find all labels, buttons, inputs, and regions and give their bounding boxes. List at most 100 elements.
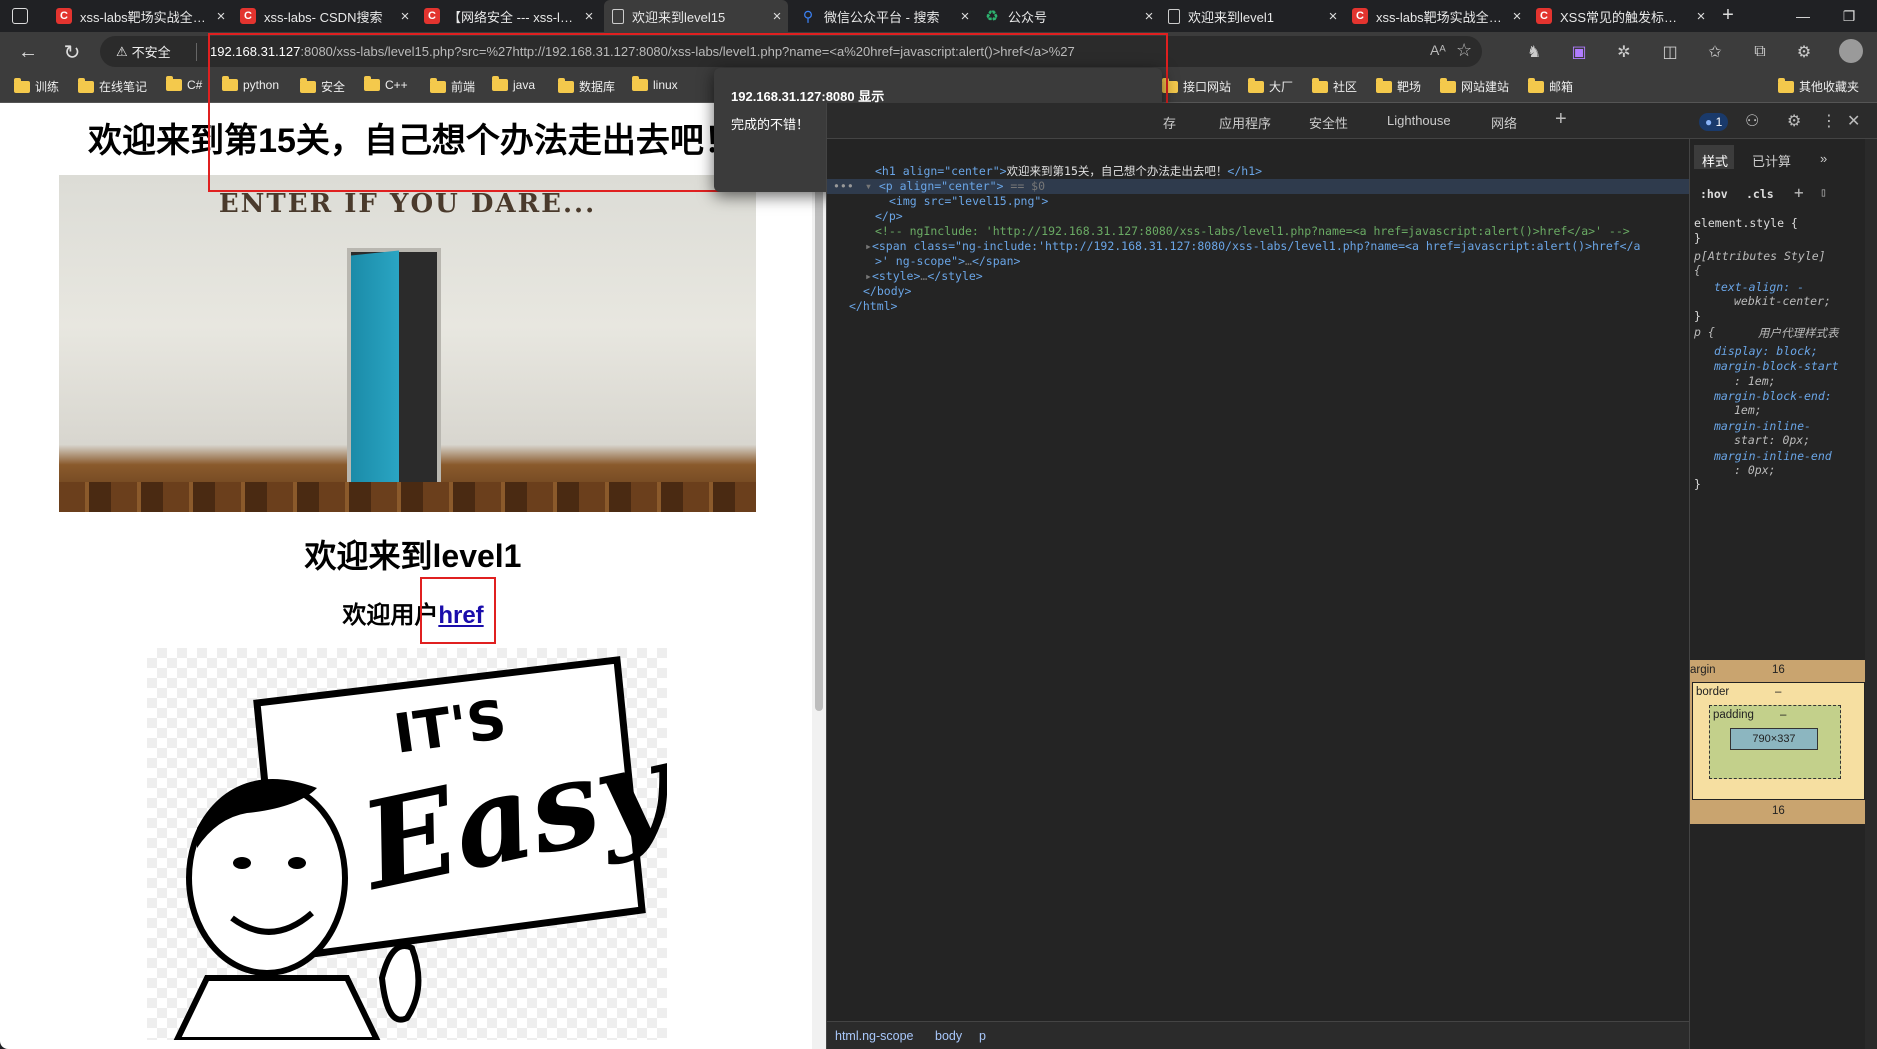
dom-node[interactable]: </p> — [875, 209, 903, 223]
browser-tab[interactable]: ♻ 公众号 × — [976, 0, 1160, 32]
level1-heading: 欢迎来到level1 — [304, 538, 522, 574]
more-menu-icon[interactable]: ⋮ — [1821, 111, 1837, 131]
extension-icon[interactable]: ▣ — [1567, 40, 1591, 64]
more-tabs-icon[interactable]: » — [1820, 151, 1827, 166]
message-icon: ● — [1705, 115, 1713, 129]
browser-tab[interactable]: 欢迎来到level1 × — [1160, 0, 1344, 32]
breadcrumb-item[interactable]: body — [935, 1029, 962, 1043]
browser-tab[interactable]: C XSS常见的触发标签_xss × — [1528, 0, 1712, 32]
dom-node-cont[interactable]: >' ng-scope">…</span> — [875, 254, 1020, 268]
other-favorites-folder[interactable]: 其他收藏夹 — [1778, 77, 1859, 95]
close-icon[interactable]: × — [210, 8, 232, 25]
paint-icon[interactable]: ▯ — [1820, 185, 1827, 199]
cls-toggle[interactable]: .cls — [1746, 187, 1774, 201]
breadcrumb-item[interactable]: p — [979, 1029, 986, 1043]
box-model: argin 16 border – padding – 790×337 16 — [1690, 660, 1865, 824]
add-tab-icon[interactable]: + — [1555, 108, 1567, 131]
dom-node[interactable]: ▸<span class="ng-include:'http://192.168… — [865, 239, 1640, 253]
close-icon[interactable]: × — [1322, 8, 1344, 25]
split-screen-icon[interactable]: ◫ — [1658, 40, 1682, 64]
page-icon — [612, 8, 624, 24]
folder-icon — [1248, 77, 1264, 93]
dom-node[interactable]: <img src="level15.png"> — [889, 194, 1048, 208]
dom-node[interactable]: <h1 align="center">欢迎来到第15关，自己想个办法走出去吧！<… — [875, 163, 1262, 179]
margin-top-value[interactable]: 16 — [1772, 664, 1785, 676]
bookmark-folder[interactable]: 在线笔记 — [78, 77, 147, 95]
browser-tab-active[interactable]: 欢迎来到level15 × — [604, 0, 788, 32]
browser-tab[interactable]: C【网络安全 --- xss-labs靶× — [416, 0, 600, 32]
back-button[interactable]: ← — [12, 36, 44, 68]
minimize-button[interactable]: — — [1780, 0, 1826, 32]
close-icon[interactable]: ✕ — [1847, 111, 1860, 131]
border-top-value[interactable]: – — [1775, 686, 1781, 698]
breadcrumb-item[interactable]: html.ng-scope — [835, 1029, 914, 1043]
tab-security[interactable]: 安全性 — [1309, 113, 1348, 132]
gear-icon[interactable]: ⚙ — [1787, 111, 1801, 131]
issues-badge[interactable]: ● 1 — [1699, 113, 1729, 131]
close-icon[interactable]: × — [766, 8, 788, 25]
page-scrollbar[interactable] — [812, 103, 826, 1049]
bookmark-folder[interactable]: 网站建站 — [1440, 77, 1509, 95]
bookmark-folder[interactable]: 接口网站 — [1162, 77, 1231, 95]
favorite-star-icon[interactable]: ☆ — [1456, 40, 1472, 61]
dom-comment[interactable]: <!-- ngInclude: 'http://192.168.31.127:8… — [875, 224, 1630, 238]
expand-arrow-icon[interactable]: ▸ — [865, 239, 872, 253]
bookmark-folder[interactable]: C# — [166, 76, 202, 92]
extension-icon[interactable]: ♞ — [1522, 40, 1546, 64]
close-icon[interactable]: × — [954, 8, 976, 25]
security-indicator[interactable]: ⚠ 不安全 — [116, 42, 171, 61]
ellipsis-icon[interactable]: ••• — [833, 179, 854, 193]
close-icon[interactable]: × — [578, 8, 600, 25]
bookmark-folder[interactable]: 邮箱 — [1528, 77, 1573, 95]
favorites-icon[interactable]: ✩ — [1703, 40, 1727, 64]
dom-node[interactable]: ▸<style>…</style> — [865, 269, 983, 283]
padding-top-value[interactable]: – — [1780, 709, 1786, 721]
expand-arrow-icon[interactable]: ▸ — [865, 269, 872, 283]
bookmark-folder[interactable]: 社区 — [1312, 77, 1357, 95]
dom-node-selected[interactable]: ▾ <p align="center"> == $0 — [865, 179, 1045, 193]
settings-icon[interactable]: ⚙ — [1792, 40, 1816, 64]
close-icon[interactable]: × — [394, 8, 416, 25]
image-caption: ENTER IF YOU DARE... — [218, 189, 597, 219]
browser-tab[interactable]: Cxss-labs靶场实战全通关 × — [48, 0, 232, 32]
restore-button[interactable]: ❐ — [1826, 0, 1872, 32]
margin-bottom-value[interactable]: 16 — [1772, 805, 1785, 817]
browser-tab[interactable]: Cxss-labs- CSDN搜索 × — [232, 0, 416, 32]
collections-icon[interactable]: ⧉ — [1748, 40, 1772, 64]
browser-tab[interactable]: ⚲ 微信公众平台 - 搜索 × — [792, 0, 976, 32]
style-line: margin-block-start — [1714, 359, 1839, 373]
tab-lighthouse[interactable]: Lighthouse — [1387, 113, 1451, 128]
tab-actions-icon[interactable] — [12, 8, 28, 24]
scrollbar-thumb[interactable] — [815, 111, 823, 711]
bookmark-folder[interactable]: 训练 — [14, 77, 59, 95]
csdn-icon: C — [1536, 8, 1552, 24]
connection-icon[interactable]: ⚇ — [1745, 111, 1759, 131]
expand-arrow-icon[interactable]: ▾ — [865, 179, 879, 193]
styles-scrollbar[interactable] — [1865, 139, 1877, 1049]
tab-memory[interactable]: 存 — [1163, 113, 1176, 132]
dom-node[interactable]: </html> — [849, 299, 897, 313]
avatar[interactable] — [1839, 39, 1863, 63]
folder-icon — [14, 77, 30, 93]
bookmark-folder[interactable]: 靶场 — [1376, 77, 1421, 95]
dom-node[interactable]: </body> — [863, 284, 911, 298]
tab-network[interactable]: 网络 — [1491, 113, 1517, 132]
tab-computed[interactable]: 已计算 — [1752, 151, 1791, 170]
extensions-puzzle-icon[interactable]: ✲ — [1612, 40, 1636, 64]
hov-toggle[interactable]: :hov — [1700, 187, 1728, 201]
tab-styles[interactable]: 样式 — [1702, 151, 1728, 170]
box-content[interactable]: 790×337 — [1730, 728, 1818, 750]
door — [351, 250, 399, 497]
style-line: start: 0px; — [1734, 433, 1811, 447]
bookmark-folder[interactable]: 大厂 — [1248, 77, 1293, 95]
tab-application[interactable]: 应用程序 — [1219, 113, 1271, 132]
add-rule-icon[interactable]: + — [1794, 183, 1804, 202]
refresh-button[interactable]: ↻ — [56, 36, 88, 68]
close-icon[interactable]: × — [1138, 8, 1160, 25]
browser-tab[interactable]: Cxss-labs靶场实战全通关 × — [1344, 0, 1528, 32]
close-icon[interactable]: × — [1506, 8, 1528, 25]
new-tab-button[interactable]: + — [1716, 4, 1740, 28]
level15-image: ENTER IF YOU DARE... — [59, 175, 756, 512]
close-icon[interactable]: × — [1690, 8, 1712, 25]
read-aloud-icon[interactable]: Aᴬ — [1430, 42, 1446, 58]
